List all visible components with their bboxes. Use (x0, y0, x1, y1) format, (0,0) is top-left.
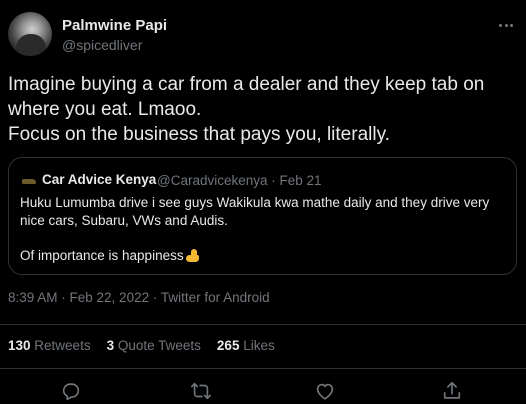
engagement-stats: 130 Retweets 3 Quote Tweets 265 Likes (8, 338, 275, 353)
display-name[interactable]: Palmwine Papi (62, 17, 167, 34)
more-icon[interactable] (496, 18, 516, 32)
reply-icon[interactable] (60, 380, 82, 402)
retweet-icon[interactable] (190, 380, 212, 402)
like-icon[interactable] (314, 380, 336, 402)
quote-display-name: Car Advice Kenya (42, 172, 157, 187)
divider (0, 368, 526, 369)
quotes-stat[interactable]: 3 Quote Tweets (107, 338, 201, 353)
retweets-label: Retweets (34, 338, 91, 353)
action-bar (0, 376, 526, 404)
divider (0, 324, 526, 325)
likes-stat[interactable]: 265 Likes (217, 338, 275, 353)
flexed-biceps-icon (185, 248, 201, 263)
likes-count: 265 (216, 338, 240, 353)
share-icon[interactable] (441, 380, 463, 402)
quote-text: Huku Lumumba drive i see guys Wakikula k… (20, 195, 490, 228)
retweets-count: 130 (8, 338, 31, 353)
retweets-stat[interactable]: 130 Retweets (8, 338, 91, 353)
timestamp[interactable]: 8:39 AM · Feb 22, 2022 · Twitter for And… (8, 290, 270, 305)
tweet-header: Palmwine Papi @spicedliver (8, 12, 518, 58)
handle[interactable]: @spicedliver (62, 37, 142, 53)
avatar[interactable] (8, 12, 52, 56)
quotes-label: Quote Tweets (117, 338, 201, 353)
quote-text-happiness: Of importance is happiness (20, 248, 184, 263)
quote-meta: @Caradvicekenya · Feb 21 (157, 173, 322, 188)
quote-avatar (20, 172, 38, 190)
quote-text-line2: Of importance is happiness (20, 248, 201, 263)
quotes-count: 3 (106, 338, 115, 353)
quoted-tweet[interactable]: Car Advice Kenya @Caradvicekenya · Feb 2… (8, 157, 517, 275)
tweet-text: Imagine buying a car from a dealer and t… (8, 74, 485, 145)
likes-label: Likes (243, 338, 275, 353)
